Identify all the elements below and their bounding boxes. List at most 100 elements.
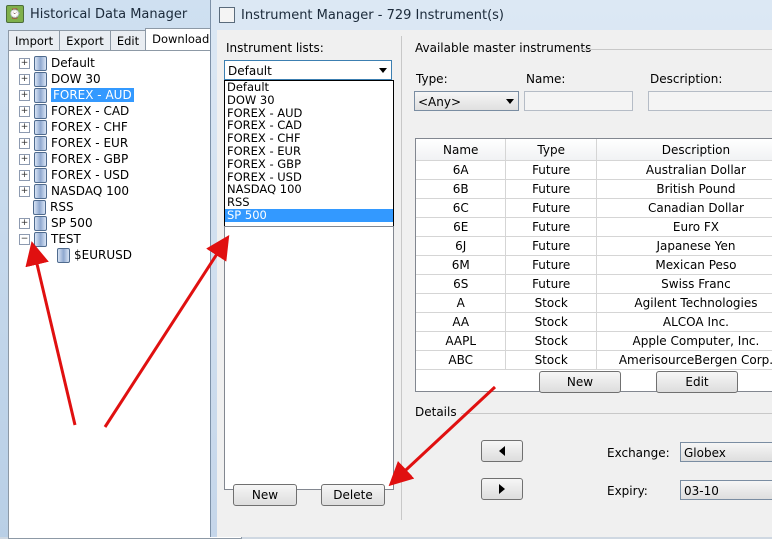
cell-description: ALCOA Inc. xyxy=(596,312,772,332)
expand-icon[interactable]: + xyxy=(19,169,30,181)
tree-item-test[interactable]: − TEST xyxy=(19,231,81,247)
list-new-button[interactable]: New xyxy=(233,484,297,506)
cell-type: Future xyxy=(505,236,597,256)
expand-icon[interactable]: + xyxy=(19,217,30,229)
description-label: Description: xyxy=(650,72,723,86)
master-new-button[interactable]: New xyxy=(539,371,621,393)
database-icon xyxy=(34,167,47,183)
expand-icon[interactable]: + xyxy=(19,137,30,149)
description-input[interactable] xyxy=(648,91,772,111)
instrument-tree: + Default + DOW 30 + FOREX - AUD + FOREX… xyxy=(8,50,242,539)
cell-type: Future xyxy=(505,274,597,294)
tree-item-label: FOREX - EUR xyxy=(51,136,129,150)
group-line xyxy=(461,413,772,414)
expand-icon[interactable]: + xyxy=(19,185,30,197)
expand-icon[interactable]: + xyxy=(19,121,30,133)
expand-icon[interactable]: + xyxy=(19,73,30,85)
option-default[interactable]: Default xyxy=(225,81,393,94)
option-forex-gbp[interactable]: FOREX - GBP xyxy=(225,157,393,171)
move-right-button[interactable] xyxy=(481,478,523,500)
table-row[interactable]: A Stock Agilent Technologies xyxy=(416,293,772,313)
cell-type: Future xyxy=(505,217,597,237)
instrument-list-box[interactable] xyxy=(224,226,394,490)
instrument-lists-label: Instrument lists: xyxy=(226,41,324,55)
master-instruments-table[interactable]: Name Type Description 6A Future Australian… xyxy=(415,138,772,392)
table-row[interactable]: AA Stock ALCOA Inc. xyxy=(416,312,772,332)
collapse-icon[interactable]: − xyxy=(19,233,30,245)
chevron-down-icon[interactable] xyxy=(379,68,387,73)
tree-item-sp-500[interactable]: + SP 500 xyxy=(19,215,93,231)
instrument-lists-dropdown: Default DOW 30 FOREX - AUD FOREX - CAD F… xyxy=(224,80,394,228)
column-header-name[interactable]: Name xyxy=(416,139,507,161)
cell-name: ABC xyxy=(416,350,507,370)
cell-name: 6M xyxy=(416,255,507,275)
arrow-left-icon xyxy=(499,446,505,456)
tree-item-forex-gbp[interactable]: + FOREX - GBP xyxy=(19,151,128,167)
cell-name: 6E xyxy=(416,217,507,237)
name-input[interactable] xyxy=(524,91,633,111)
tree-item-default[interactable]: + Default xyxy=(19,55,95,71)
expiry-label: Expiry: xyxy=(607,484,648,498)
type-select[interactable]: <Any> xyxy=(414,91,519,111)
database-icon xyxy=(34,231,47,247)
table-row[interactable]: 6C Future Canadian Dollar xyxy=(416,198,772,218)
option-sp-500[interactable]: SP 500 xyxy=(225,209,393,222)
cell-description: Apple Computer, Inc. xyxy=(596,331,772,351)
tab-import[interactable]: Import xyxy=(8,30,61,51)
expand-icon[interactable]: + xyxy=(19,153,30,165)
option-nasdaq-100[interactable]: NASDAQ 100 xyxy=(225,183,393,196)
column-header-type[interactable]: Type xyxy=(505,139,597,161)
chevron-down-icon[interactable] xyxy=(506,99,514,104)
expand-icon[interactable]: + xyxy=(19,89,30,101)
database-icon xyxy=(34,55,47,71)
im-client-area: Instrument lists: Default Default DOW 30… xyxy=(217,30,772,537)
table-row[interactable]: 6M Future Mexican Peso xyxy=(416,255,772,275)
instrument-lists-combo[interactable]: Default xyxy=(224,60,392,80)
instrument-manager-window: Instrument Manager - 729 Instrument(s) I… xyxy=(210,0,772,537)
instrument-lists-value: Default xyxy=(228,64,272,78)
tree-item-forex-cad[interactable]: + FOREX - CAD xyxy=(19,103,129,119)
instrument-icon xyxy=(57,247,70,263)
tree-item-label: TEST xyxy=(51,232,81,246)
tree-item-rss[interactable]: RSS xyxy=(33,199,74,215)
table-row[interactable]: 6S Future Swiss Franc xyxy=(416,274,772,294)
option-dow-30[interactable]: DOW 30 xyxy=(225,93,393,107)
column-header-description[interactable]: Description xyxy=(596,139,772,161)
table-row[interactable]: 6E Future Euro FX xyxy=(416,217,772,237)
tree-item-forex-aud[interactable]: + FOREX - AUD xyxy=(19,87,134,103)
tree-item-nasdaq-100[interactable]: + NASDAQ 100 xyxy=(19,183,129,199)
table-row[interactable]: 6A Future Australian Dollar xyxy=(416,160,772,180)
tree-item-forex-usd[interactable]: + FOREX - USD xyxy=(19,167,129,183)
database-icon xyxy=(34,135,47,151)
tree-item-eurusd[interactable]: $EURUSD xyxy=(57,247,132,263)
exchange-value: Globex xyxy=(684,446,726,460)
tree-item-forex-chf[interactable]: + FOREX - CHF xyxy=(19,119,128,135)
table-row[interactable]: AAPL Stock Apple Computer, Inc. xyxy=(416,331,772,351)
table-row[interactable]: ABC Stock AmerisourceBergen Corp. xyxy=(416,350,772,370)
expiry-select[interactable]: 03-10 xyxy=(680,480,772,500)
exchange-select[interactable]: Globex xyxy=(680,442,772,462)
tab-export[interactable]: Export xyxy=(59,30,111,51)
tab-download[interactable]: Download xyxy=(145,28,217,52)
table-row[interactable]: 6B Future British Pound xyxy=(416,179,772,199)
table-row[interactable]: 6J Future Japanese Yen xyxy=(416,236,772,256)
cell-name: 6A xyxy=(416,160,507,180)
move-left-button[interactable] xyxy=(481,440,523,462)
cell-name: 6B xyxy=(416,179,507,199)
database-icon xyxy=(33,199,46,215)
database-icon xyxy=(34,151,47,167)
tree-item-label: FOREX - CHF xyxy=(51,120,128,134)
cell-description: Swiss Franc xyxy=(596,274,772,294)
database-icon xyxy=(34,71,47,87)
expand-icon[interactable]: + xyxy=(19,57,30,69)
expand-icon[interactable]: + xyxy=(19,105,30,117)
tree-item-label: FOREX - CAD xyxy=(51,104,130,118)
tree-item-label: $EURUSD xyxy=(74,248,132,262)
tab-edit[interactable]: Edit xyxy=(109,30,147,51)
tree-item-forex-eur[interactable]: + FOREX - EUR xyxy=(19,135,128,151)
tree-item-dow-30[interactable]: + DOW 30 xyxy=(19,71,101,87)
database-icon xyxy=(34,183,47,199)
master-edit-button[interactable]: Edit xyxy=(656,371,738,393)
option-forex-eur[interactable]: FOREX - EUR xyxy=(225,145,393,158)
list-delete-button[interactable]: Delete xyxy=(321,484,385,506)
